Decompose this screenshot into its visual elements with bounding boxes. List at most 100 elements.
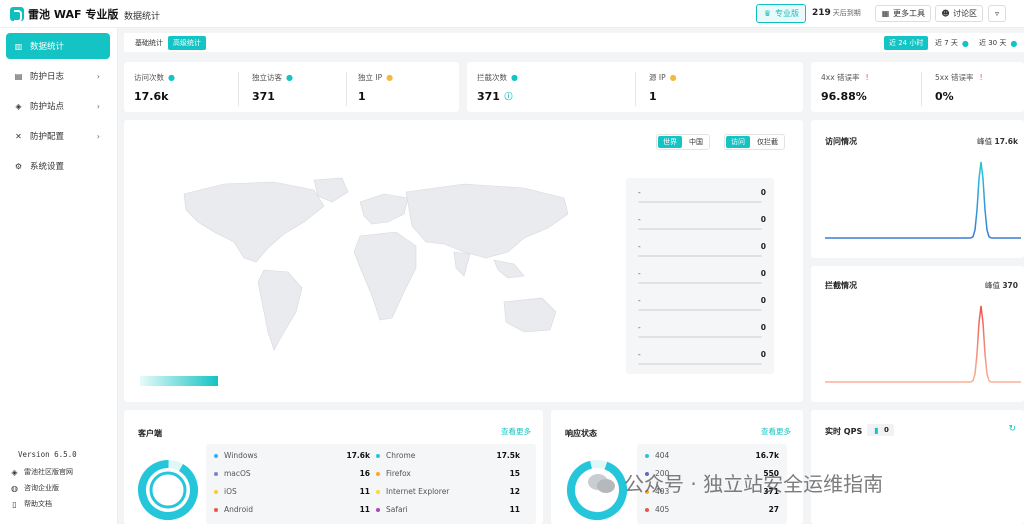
sidebar-item-sites[interactable]: ◈ 防护站点 › [6,93,110,119]
ip-icon: ● [669,73,677,82]
list-item: macOS 16 [214,469,370,478]
browser-name: Firefox [386,469,411,478]
world-map[interactable] [164,172,584,372]
link-community[interactable]: ◈ 雷池社区版官网 [10,467,73,477]
scope-china[interactable]: 中国 [684,136,708,148]
stats-card-blocks: 拦截次数 ● 371 ⓘ 源 IP ● 1 [467,62,803,112]
list-item: Firefox 15 [376,469,520,478]
stat-blocks: 拦截次数 ● 371 ⓘ [477,72,519,103]
stat-value: 371 [477,90,500,103]
visits-card: 访问情况 峰值 17.6k [811,120,1024,258]
map-europe [359,193,409,225]
forum-button[interactable]: ☻ 讨论区 [935,5,983,22]
rank-bar [638,201,762,203]
peak-value: 17.6k [994,137,1019,146]
chat-icon: ◍ [11,483,18,493]
rank-value: 0 [760,296,766,305]
donut-inner-ring [149,471,187,509]
sidebar-item-stats[interactable]: ▥ 数据统计 [6,33,110,59]
blocks-peak: 峰值 370 [985,280,1018,291]
rank-name: - [638,215,641,224]
refresh-icon[interactable]: ↻ [1008,424,1016,434]
clients-donut [138,460,198,520]
os-name: iOS [224,487,237,496]
rank-value: 0 [760,350,766,359]
range-7d[interactable]: 近 7 天 ● [930,36,975,50]
visits-peak: 峰值 17.6k [977,136,1018,147]
stat-label: 拦截次数 [477,73,507,82]
browser-value: 17.5k [496,451,521,460]
tab-advanced[interactable]: 高级统计 [168,36,206,50]
pro-edition-button[interactable]: ♛ 专业版 [756,4,806,23]
list-item: 405 27 [645,505,779,514]
link-label: 雷池社区版官网 [24,468,73,476]
donut-segment-main [138,460,198,520]
peak-label: 峰值 [984,281,1000,290]
chevron-right-icon: › [96,101,100,111]
rank-name: - [638,323,641,332]
rank-name: - [638,188,641,197]
link-docs[interactable]: ▯ 帮助文档 [10,499,52,509]
visits-chart [825,161,1021,239]
scope-world[interactable]: 世界 [658,136,682,148]
browser-value: 11 [509,505,520,514]
mode-blocked[interactable]: 仅拦截 [752,136,783,148]
dot-icon [214,489,218,494]
responses-card: 响应状态 查看更多 404 16.7k 200 550 403 371 405 27 [551,410,803,524]
rank-bar [638,228,762,230]
tools-label: 更多工具 [893,9,925,18]
blocks-title: 拦截情况 [825,281,857,290]
status-value: 16.7k [755,451,780,460]
map-asia [405,183,569,259]
info-icon[interactable]: ⓘ [504,92,513,101]
app-logo[interactable]: 雷池 WAF 专业版 [10,6,118,22]
rank-bar [638,363,762,365]
rank-bar [638,255,762,257]
stat-value: 1 [358,90,366,103]
sidebar-item-logs[interactable]: ▤ 防护日志 › [6,63,110,89]
rank-name: - [638,242,641,251]
gift-button[interactable]: ▿ [988,5,1006,22]
gift-icon: ▿ [994,9,999,18]
rank-value: 0 [760,215,766,224]
sidebar-item-label: 防护日志 [30,72,65,82]
version-label: Version 6.5.0 [18,450,77,459]
browser-name: Safari [386,505,408,514]
chevron-right-icon: › [96,71,100,81]
tab-basic[interactable]: 基础统计 [130,36,168,50]
sidebar-item-config[interactable]: ✕ 防护配置 › [6,123,110,149]
shield-icon: ◈ [11,467,18,477]
dot-icon [376,471,380,476]
link-enterprise[interactable]: ◍ 咨询企业版 [10,483,59,493]
dot-icon [214,507,218,512]
browser-value: 15 [509,469,520,478]
range-label: 近 30 天 [979,39,1007,47]
os-value: 16 [359,469,370,478]
stat-source-ip: 源 IP ● 1 [649,72,678,103]
days-count: 219 [812,8,831,18]
list-item: 404 16.7k [645,451,779,460]
browser-name: Chrome [386,451,416,460]
sidebar-item-settings[interactable]: ⚙ 系统设置 [6,153,110,179]
stat-value: 96.88% [821,90,867,103]
responses-more-link[interactable]: 查看更多 [761,426,791,437]
sidebar-item-label: 防护配置 [30,132,65,142]
mode-visit[interactable]: 访问 [726,136,750,148]
map-south-america [257,269,303,351]
forum-label: 讨论区 [953,9,977,18]
stat-unique-visitors: 独立访客 ● 371 [252,72,294,103]
range-30d[interactable]: 近 30 天 ● [974,36,1023,50]
map-australia [503,297,557,333]
more-tools-button[interactable]: ▦ 更多工具 [875,5,931,22]
leichi-logo-icon [10,7,24,22]
browser-value: 12 [509,487,520,496]
gear-icon: ⚙ [14,161,23,171]
clients-more-link[interactable]: 查看更多 [501,426,531,437]
sidebar-item-label: 防护站点 [30,102,65,112]
range-24h[interactable]: 近 24 小时 [884,36,929,50]
chevron-right-icon: › [96,131,100,141]
qps-title: 实时 QPS [825,427,863,436]
stats-card-visits: 访问次数 ● 17.6k 独立访客 ● 371 独立 IP ● 1 [124,62,459,112]
stat-unique-ip: 独立 IP ● 1 [358,72,394,103]
stats-card-errors: 4xx 错误率! 96.88% 5xx 错误率! 0% [811,62,1024,112]
